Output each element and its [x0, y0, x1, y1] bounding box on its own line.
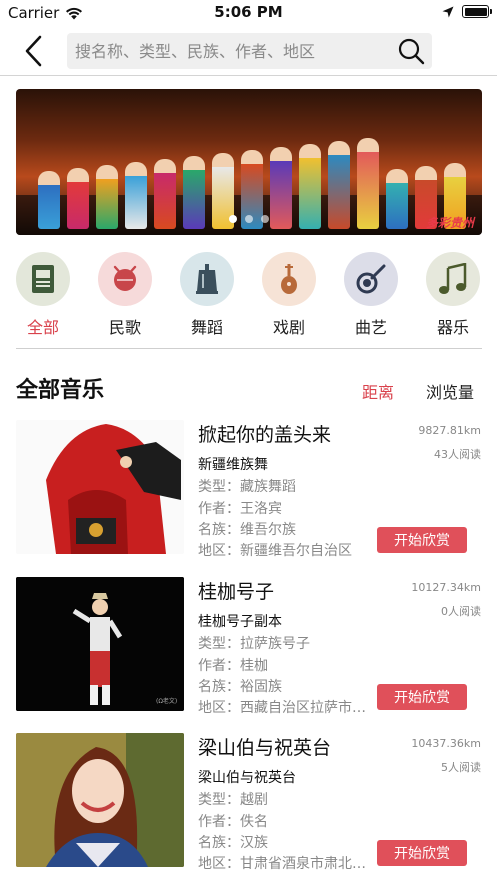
category-label: 民歌	[108, 318, 141, 337]
item-ethnicity: 名族：汉族	[198, 835, 268, 851]
item-title: 掀起你的盖头来	[198, 424, 332, 446]
carousel-dot[interactable]	[245, 215, 253, 223]
item-ethnicity: 名族：裕固族	[198, 679, 282, 695]
search-icon[interactable]	[396, 36, 426, 66]
category-circle	[344, 252, 398, 306]
item-author: 作者：佚名	[198, 814, 268, 830]
carousel-dot[interactable]	[261, 215, 269, 223]
item-reads: 43人阅读	[434, 448, 481, 461]
svg-text:(Ω老文): (Ω老文)	[156, 697, 177, 705]
status-time: 5:06 PM	[214, 3, 283, 21]
carousel-dots	[16, 215, 482, 223]
back-chevron-icon[interactable]	[20, 34, 48, 68]
category-circle	[16, 252, 70, 306]
item-author: 作者：桂枷	[198, 658, 268, 674]
item-author: 作者：王洛宾	[198, 501, 282, 517]
item-region: 地区：西藏自治区拉萨市…	[198, 700, 366, 716]
item-type: 类型：拉萨族号子	[198, 636, 310, 652]
status-bar: Carrier 5:06 PM	[0, 0, 497, 26]
divider	[16, 348, 482, 349]
item-ethnicity: 名族：维吾尔族	[198, 522, 296, 538]
item-subtitle: 梁山伯与祝英台	[198, 770, 296, 786]
category-row: 全部 民歌 舞蹈 戏剧 曲艺 器乐	[0, 252, 497, 337]
item-region: 地区：新疆维吾尔自治区	[198, 543, 352, 559]
item-distance: 10127.34km	[411, 581, 481, 594]
category-dance[interactable]: 舞蹈	[177, 252, 237, 338]
sort-by-views[interactable]: 浏览量	[426, 379, 474, 403]
category-folk-song[interactable]: 民歌	[95, 252, 155, 338]
section-title: 全部音乐	[16, 378, 105, 403]
start-listening-button[interactable]: 开始欣赏	[377, 684, 467, 710]
sort-by-distance[interactable]: 距离	[362, 379, 394, 403]
item-thumbnail	[16, 420, 184, 554]
category-circle	[98, 252, 152, 306]
item-type: 类型：藏族舞蹈	[198, 479, 296, 495]
search-bar	[67, 33, 432, 69]
location-arrow-icon	[442, 6, 454, 17]
list-item[interactable]: (Ω老文) 桂枷号子 桂枷号子副本 类型：拉萨族号子 作者：桂枷 名族：裕固族 …	[0, 577, 497, 717]
nav-bar	[0, 26, 497, 76]
category-label: 舞蹈	[190, 318, 223, 337]
music-note-icon	[439, 263, 467, 294]
item-reads: 5人阅读	[441, 761, 481, 774]
item-title: 梁山伯与祝英台	[198, 737, 332, 759]
category-label: 器乐	[436, 318, 469, 337]
item-title: 桂枷号子	[198, 581, 275, 603]
item-type: 类型：越剧	[198, 792, 268, 808]
start-listening-button[interactable]: 开始欣赏	[377, 840, 467, 866]
category-quyi[interactable]: 曲艺	[341, 252, 401, 338]
item-thumbnail: (Ω老文)	[16, 577, 184, 711]
item-subtitle: 桂枷号子副本	[198, 614, 282, 630]
list-item[interactable]: 掀起你的盖头来 新疆维族舞 类型：藏族舞蹈 作者：王洛宾 名族：维吾尔族 地区：…	[0, 420, 497, 560]
category-drama[interactable]: 戏剧	[259, 252, 319, 338]
category-label: 曲艺	[354, 318, 387, 337]
drum-icon	[113, 265, 137, 291]
list-item[interactable]: 梁山伯与祝英台 梁山伯与祝英台 类型：越剧 作者：佚名 名族：汉族 地区：甘肃省…	[0, 733, 497, 873]
status-right	[442, 5, 492, 18]
sheet-music-icon	[32, 265, 54, 293]
item-reads: 0人阅读	[441, 605, 481, 618]
banner-watermark: 多彩贵州	[425, 216, 474, 230]
category-circle	[262, 252, 316, 306]
start-listening-button[interactable]: 开始欣赏	[377, 527, 467, 553]
carousel-dot[interactable]	[229, 215, 237, 223]
banner-carousel[interactable]: 多彩贵州	[16, 89, 482, 235]
category-instrumental[interactable]: 器乐	[423, 252, 483, 338]
category-circle	[180, 252, 234, 306]
search-input[interactable]	[75, 41, 396, 61]
item-distance: 9827.81km	[418, 424, 481, 437]
bell-icon	[196, 264, 218, 294]
category-label: 全部	[26, 318, 59, 337]
category-all[interactable]: 全部	[13, 252, 73, 338]
item-distance: 10437.36km	[411, 737, 481, 750]
pipa-icon	[281, 264, 297, 294]
battery-icon	[462, 5, 492, 18]
item-region: 地区：甘肃省酒泉市肃北…	[198, 856, 366, 872]
item-thumbnail	[16, 733, 184, 867]
banjo-icon	[356, 264, 386, 294]
category-circle	[426, 252, 480, 306]
item-subtitle: 新疆维族舞	[198, 457, 268, 473]
category-label: 戏剧	[272, 318, 305, 337]
